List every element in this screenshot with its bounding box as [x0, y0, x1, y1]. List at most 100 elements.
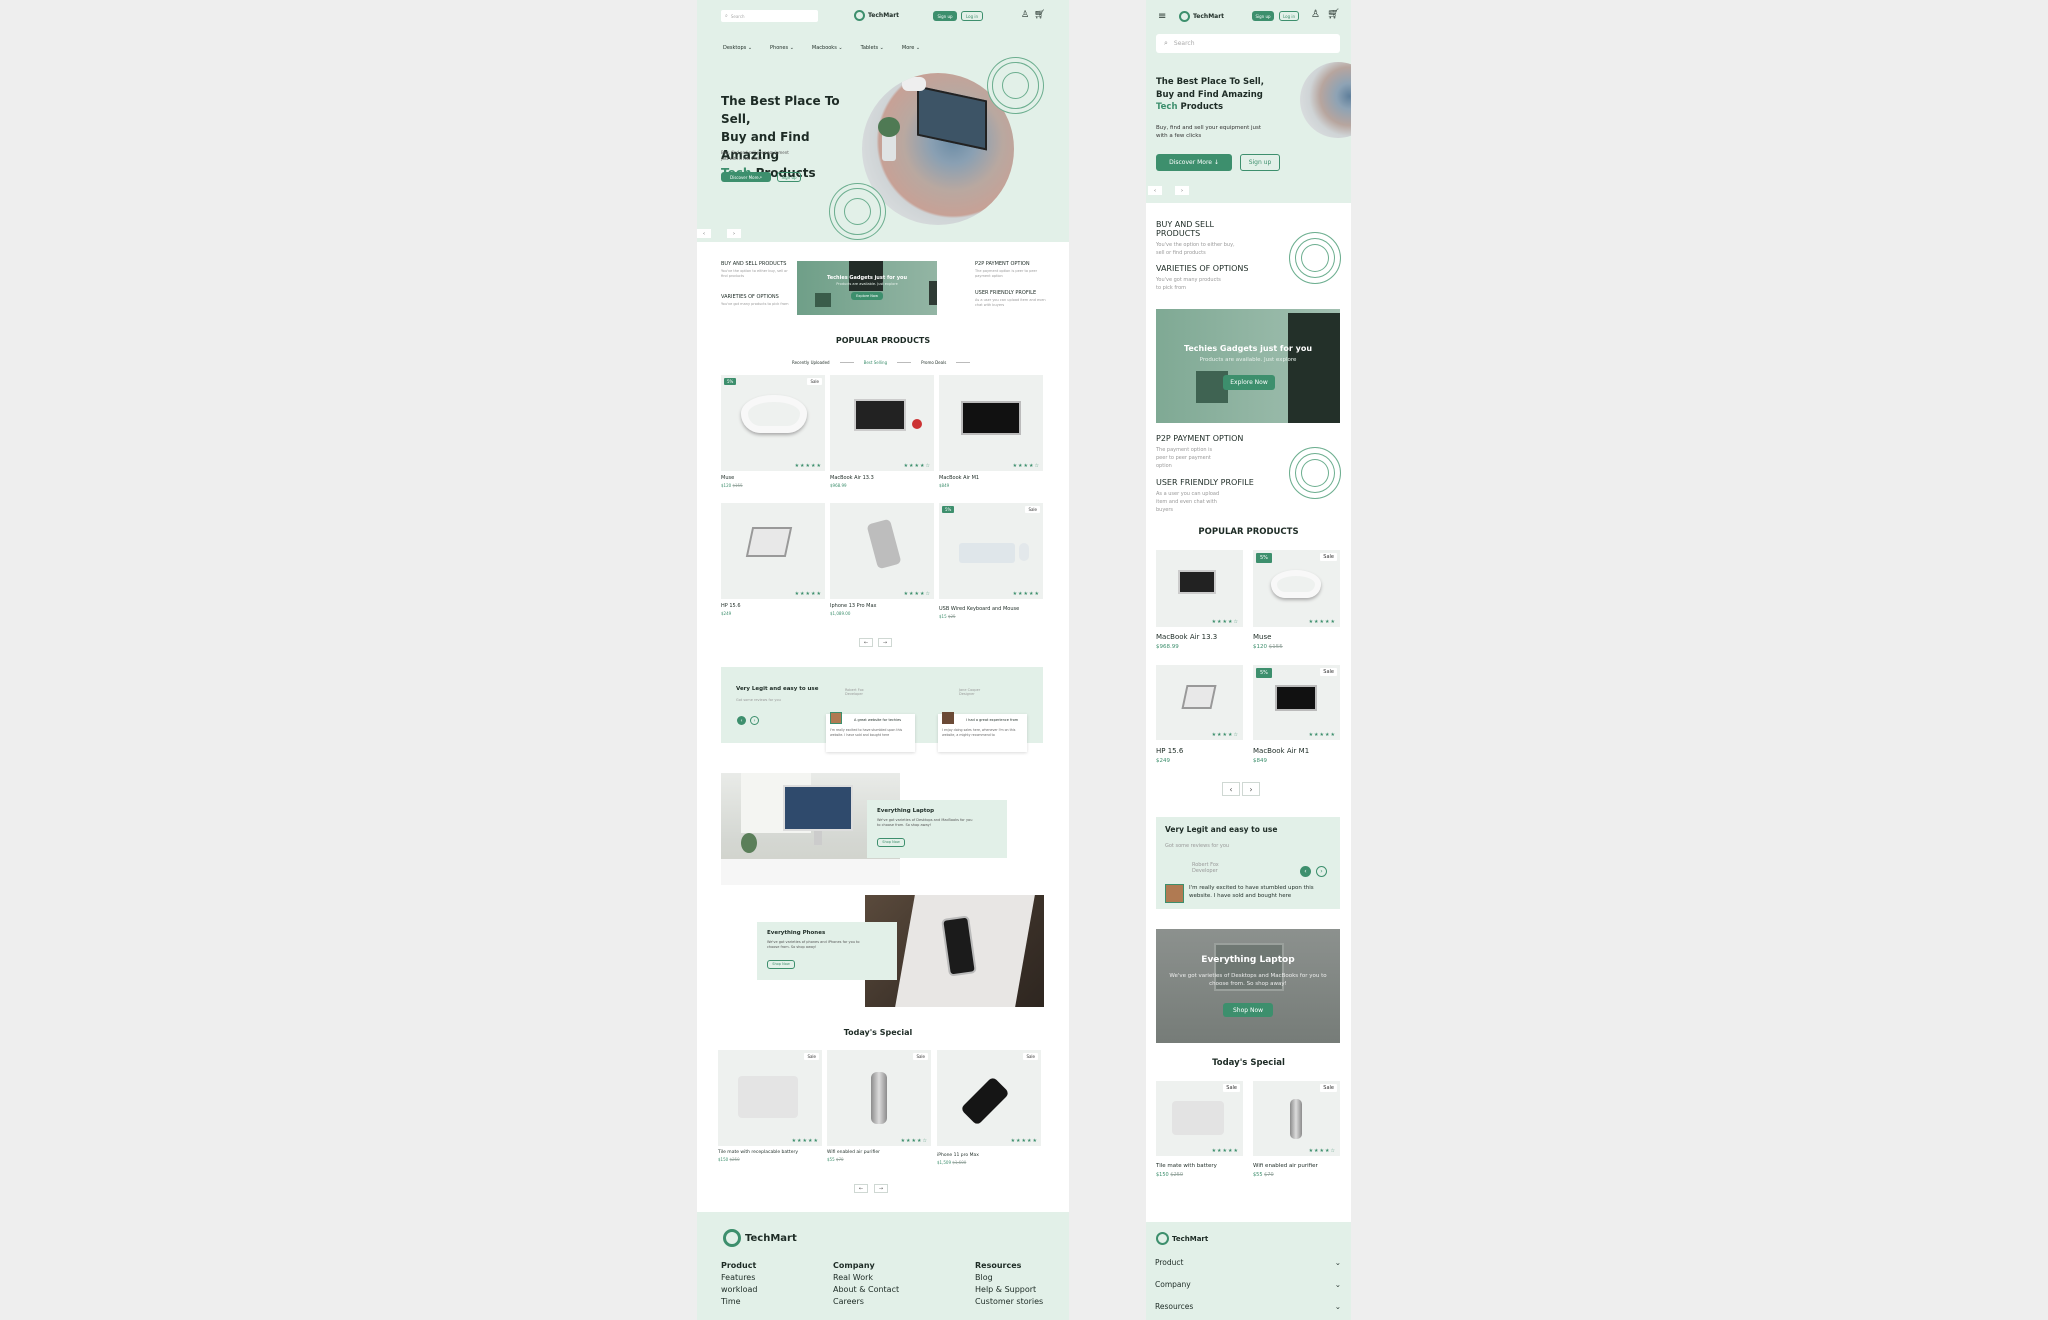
sale-badge: Sale — [1025, 506, 1040, 513]
imac-screen — [783, 785, 853, 831]
nav-macbooks[interactable]: Macbooks ⌄ — [812, 45, 843, 51]
search-input[interactable]: ⌕ Search — [721, 10, 818, 22]
footer-logo[interactable]: TechMart — [723, 1229, 797, 1247]
mobile-hero-signup-button[interactable]: Sign up — [1240, 154, 1280, 171]
mobile-products-prev[interactable]: ‹ — [1222, 782, 1240, 796]
mobile-review-next[interactable]: › — [1316, 866, 1327, 877]
cart-icon[interactable]: 🛒︎ — [1034, 10, 1045, 20]
products-prev-button[interactable]: ← — [859, 638, 873, 647]
rating-stars: ★★★★☆ — [900, 1138, 928, 1144]
mobile-review-prev[interactable]: ‹ — [1300, 866, 1311, 877]
product-price: $849 — [939, 483, 950, 488]
mobile-discover-button[interactable]: Discover More ↓ — [1156, 154, 1232, 171]
mobile-footer-company[interactable]: Company ⌄ — [1155, 1280, 1341, 1289]
hero-signup-button[interactable]: Sign up — [777, 172, 801, 182]
mobile-footer-logo[interactable]: TechMart — [1156, 1232, 1208, 1245]
rating-stars: ★★★★★ — [1308, 732, 1336, 738]
mobile-logo[interactable]: TechMart — [1179, 11, 1224, 22]
mobile-login-button[interactable]: Log in — [1279, 11, 1299, 21]
feature-desc: You've the option to either buy, sell or… — [721, 269, 788, 278]
signup-button[interactable]: Sign up — [933, 11, 957, 21]
hero-prev-button[interactable]: ‹ — [697, 229, 711, 238]
tab-recently-uploaded[interactable]: Recently Uploaded — [792, 360, 830, 365]
footer-link[interactable]: Blog — [975, 1272, 1043, 1284]
mobile-products-next[interactable]: › — [1242, 782, 1260, 796]
footer-link[interactable]: Real Work — [833, 1272, 899, 1284]
mobile-user-icon[interactable]: ♙ — [1311, 9, 1320, 20]
products-next-button[interactable]: → — [878, 638, 892, 647]
mobile-special-card[interactable]: Sale ★★★★★ — [1156, 1081, 1243, 1156]
product-card[interactable]: 5% Sale ★★★★★ — [939, 503, 1043, 599]
tab-divider — [839, 362, 854, 363]
mobile-signup-button[interactable]: Sign up — [1252, 11, 1274, 21]
product-price: $120 — [1253, 644, 1267, 650]
footer-link[interactable]: workload — [721, 1284, 757, 1296]
product-image-macbook-m1 — [961, 401, 1021, 435]
footer-link[interactable]: Careers — [833, 1296, 899, 1308]
footer-link[interactable]: Features — [721, 1272, 757, 1284]
review-next-button[interactable]: › — [750, 716, 759, 725]
logo-icon — [854, 10, 865, 21]
deco-rings-bottom-inner — [844, 198, 871, 225]
product-card[interactable]: ★★★★☆ — [939, 375, 1043, 471]
footer-link[interactable]: About & Contact — [833, 1284, 899, 1296]
footer-logo-text: TechMart — [745, 1232, 797, 1244]
special-prev-button[interactable]: ← — [854, 1184, 868, 1193]
login-button[interactable]: Log in — [961, 11, 983, 21]
mobile-search-input[interactable]: ⌕ Search — [1156, 34, 1340, 53]
footer-heading: Product — [721, 1261, 757, 1270]
mobile-hero-heading: The Best Place To Sell, Buy and Find Ama… — [1156, 76, 1271, 114]
mobile-deco-rings-2 — [1289, 447, 1341, 499]
sale-badge: Sale — [1223, 1084, 1240, 1092]
footer-link[interactable]: Customer stories — [975, 1296, 1043, 1308]
phones-card-desc: We've got varieties of phones and iPhone… — [767, 940, 860, 949]
special-card[interactable]: Sale ★★★★☆ — [827, 1050, 931, 1146]
explore-now-button[interactable]: Explore Now — [851, 292, 883, 300]
mobile-product-card[interactable]: ★★★★☆ — [1156, 665, 1243, 740]
mobile-product-info: HP 15.6 $249 — [1156, 747, 1183, 764]
logo[interactable]: TechMart — [854, 10, 899, 21]
mobile-special-card[interactable]: Sale ★★★★☆ — [1253, 1081, 1340, 1156]
mobile-product-card[interactable]: 5% Sale ★★★★★ — [1253, 550, 1340, 627]
special-price: $55 — [827, 1157, 835, 1162]
special-card[interactable]: Sale ★★★★★ — [718, 1050, 822, 1146]
mobile-explore-now-button[interactable]: Explore Now — [1223, 375, 1275, 390]
nav-more[interactable]: More ⌄ — [902, 45, 920, 51]
nav-tablets[interactable]: Tablets ⌄ — [861, 45, 884, 51]
footer-link[interactable]: Help & Support — [975, 1284, 1043, 1296]
product-card[interactable]: ★★★★★ — [721, 503, 825, 599]
promo-banner: Techies Gadgets just for you Products ar… — [797, 261, 937, 315]
mobile-cart-icon[interactable]: 🛒︎ — [1327, 9, 1340, 20]
product-card[interactable]: ★★★★☆ — [830, 503, 934, 599]
user-icon[interactable]: ♙ — [1021, 10, 1029, 20]
footer-heading: Company — [833, 1261, 875, 1270]
special-card[interactable]: Sale ★★★★★ — [937, 1050, 1041, 1146]
footer-link[interactable]: Time — [721, 1296, 757, 1308]
special-next-button[interactable]: → — [874, 1184, 888, 1193]
hero-next-button[interactable]: › — [727, 229, 741, 238]
laptop-shop-now-button[interactable]: Shop Now — [877, 837, 905, 847]
discover-more-button[interactable]: Discover More ↗ — [721, 172, 771, 182]
nav-desktops[interactable]: Desktops ⌄ — [723, 45, 752, 51]
mobile-laptop-shop-now[interactable]: Shop Now — [1223, 1003, 1273, 1017]
mobile-product-card[interactable]: 5% Sale ★★★★★ — [1253, 665, 1340, 740]
laptop-screen — [917, 85, 987, 151]
phones-shop-now-button[interactable]: Shop Now — [767, 959, 795, 969]
imac-stand — [814, 831, 822, 845]
tab-promo-deals[interactable]: Promo Deals — [921, 360, 946, 365]
feature-buy-sell: BUY AND SELL PRODUCTS You've the option … — [721, 261, 793, 279]
hamburger-icon[interactable]: ≡ — [1158, 11, 1166, 22]
tab-best-selling[interactable]: Best Selling — [864, 360, 888, 365]
product-card[interactable]: 5% Sale ★★★★★ — [721, 375, 825, 471]
mobile-product-card[interactable]: ★★★★☆ — [1156, 550, 1243, 627]
special-old-price: $1,600 — [952, 1160, 967, 1165]
mobile-hero-prev[interactable]: ‹ — [1148, 186, 1162, 195]
special-name: Tile mate with receplacable battery — [718, 1150, 798, 1155]
product-card[interactable]: ★★★★☆ — [830, 375, 934, 471]
review-prev-button[interactable]: ‹ — [737, 716, 746, 725]
mobile-hero-next[interactable]: › — [1175, 186, 1189, 195]
logo-text: TechMart — [1193, 13, 1225, 20]
mobile-footer-resources[interactable]: Resources ⌄ — [1155, 1302, 1341, 1311]
mobile-footer-product[interactable]: Product ⌄ — [1155, 1258, 1341, 1267]
nav-phones[interactable]: Phones ⌄ — [770, 45, 794, 51]
